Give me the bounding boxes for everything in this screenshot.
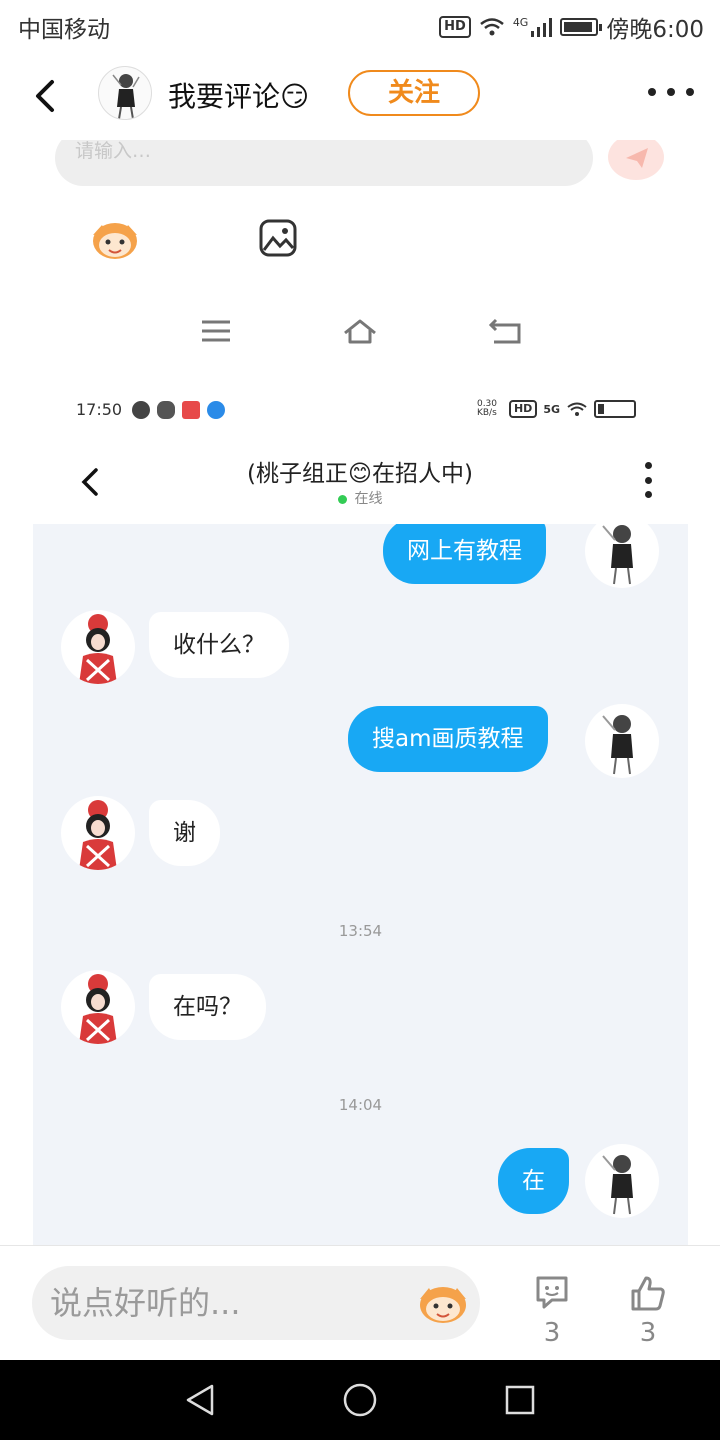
- status-icons: HD 4G 傍晚6:00: [439, 10, 704, 44]
- comment-count: 3: [543, 1318, 561, 1348]
- status-bar: 中国移动 HD 4G 傍晚6:00: [0, 0, 720, 50]
- network-label: 4G: [512, 15, 529, 29]
- message-bubble: 在吗？: [149, 974, 266, 1040]
- emoji-icon[interactable]: [415, 1280, 471, 1326]
- like-icon[interactable]: [628, 1274, 668, 1314]
- inner-network: 5G: [543, 402, 560, 416]
- nav-recents-icon[interactable]: [504, 1384, 536, 1416]
- message-timestamp: 14:04: [338, 1096, 383, 1114]
- message-timestamp: 13:54: [338, 922, 383, 940]
- comment-icon[interactable]: [532, 1272, 572, 1312]
- message-bubble: 网上有教程: [383, 524, 546, 584]
- back-icon[interactable]: [28, 76, 64, 116]
- page-title: 我要评论😏: [168, 80, 310, 113]
- old-input-field: 请输入…: [55, 140, 593, 186]
- contact-avatar: [61, 610, 135, 684]
- chat-name: (桃子组正😊在招人中): [247, 461, 473, 487]
- avatar-figure-icon: [112, 74, 140, 119]
- inner-hd-icon: HD: [508, 400, 538, 418]
- more-icon[interactable]: [648, 80, 694, 104]
- follow-button[interactable]: 关注: [348, 70, 480, 116]
- post-screenshot: 请输入… 17:50 0.30 KB/s HD 5G (桃子组正😊在招人中) 在…: [0, 140, 720, 1245]
- contact-avatar: [61, 970, 135, 1044]
- send-icon: [608, 140, 664, 180]
- message-bubble: 搜am画质教程: [348, 706, 548, 772]
- system-nav-bar: [0, 1360, 720, 1440]
- my-avatar: [585, 1144, 659, 1218]
- online-dot: [337, 494, 347, 504]
- chat-more-icon: [643, 462, 653, 498]
- inner-notification-icons: [132, 401, 225, 419]
- home-icon: [344, 319, 376, 344]
- emoji-icon: [93, 223, 137, 259]
- chat-header: (桃子组正😊在招人中) 在线: [0, 440, 720, 524]
- inner-speed: 0.30 KB/s: [476, 399, 498, 418]
- like-count: 3: [639, 1318, 657, 1348]
- contact-avatar: [61, 796, 135, 870]
- signal-icon: [531, 18, 553, 37]
- return-icon: [488, 318, 521, 344]
- inner-wifi-icon: [567, 402, 587, 416]
- nav-back-icon[interactable]: [184, 1382, 216, 1418]
- inner-battery-icon: [594, 400, 636, 418]
- wifi-icon: [480, 18, 504, 36]
- message-bubble: 谢: [149, 800, 220, 866]
- inner-status-icons: 0.30 KB/s HD 5G: [477, 400, 636, 418]
- message-bubble: 收什么？: [149, 612, 289, 678]
- nav-home-icon[interactable]: [342, 1382, 378, 1418]
- my-avatar: [585, 704, 659, 778]
- image-icon: [259, 219, 297, 257]
- message-bubble: 在: [498, 1148, 569, 1214]
- hd-icon: HD: [439, 16, 471, 38]
- status-time: 傍晚6:00: [606, 17, 704, 43]
- app-header: 我要评论😏 关注: [0, 50, 720, 140]
- author-avatar[interactable]: [98, 66, 152, 120]
- carrier-label: 中国移动: [18, 17, 110, 43]
- comment-bar: 说点好听的... 3 3: [0, 1245, 720, 1360]
- inner-time: 17:50: [76, 400, 123, 419]
- battery-icon: [560, 18, 603, 36]
- menu-icon: [202, 320, 230, 342]
- chat-online-status: 在线: [0, 488, 720, 508]
- inner-status-bar: 17:50 0.30 KB/s HD 5G: [76, 400, 646, 424]
- chat-area: 网上有教程 收什么？ 搜am画质教程 谢 13:54 在吗？ 14:04 在: [33, 524, 688, 1245]
- my-avatar: [585, 524, 659, 588]
- comment-input[interactable]: 说点好听的...: [32, 1266, 480, 1340]
- online-label: 在线: [354, 491, 383, 507]
